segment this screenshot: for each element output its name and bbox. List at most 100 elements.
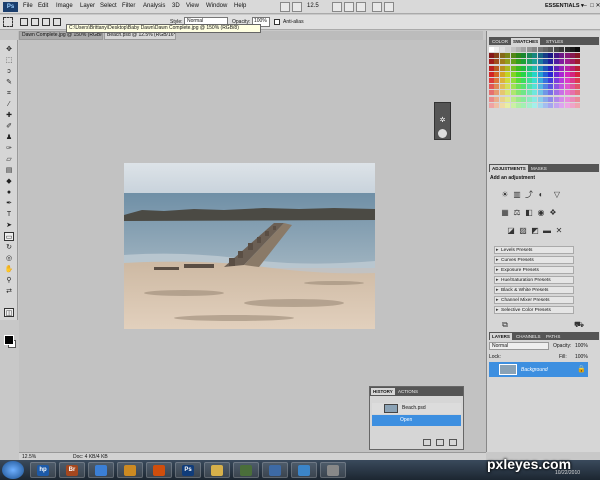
swatch[interactable] [510,102,516,108]
swatch[interactable] [505,59,511,65]
swatch[interactable] [537,90,543,96]
swatch[interactable] [521,47,527,52]
swatch[interactable] [489,96,494,102]
swatch[interactable] [494,84,500,90]
tab-channels[interactable]: CHANNELS [514,333,543,340]
swatch[interactable] [489,65,494,71]
swatch[interactable] [570,53,575,59]
swatch[interactable] [532,96,538,102]
swatch[interactable] [532,65,538,71]
swatch[interactable] [499,65,505,71]
lasso-tool-icon[interactable]: ↄ [4,67,14,76]
swatch[interactable] [505,53,511,59]
arrange-documents-icon[interactable] [372,2,382,12]
preset-black-white[interactable]: Black & White Presets [494,286,574,294]
tab-actions[interactable]: ACTIONS [396,388,420,395]
3d-rotate-tool-icon[interactable]: ↻ [4,243,14,252]
swatch[interactable] [510,65,516,71]
preset-selective-color[interactable]: Selective Color Presets [494,306,574,314]
intersect-selection-icon[interactable] [53,18,61,26]
channel-mixer-icon[interactable]: ❖ [548,208,558,218]
swatch[interactable] [516,59,521,65]
swatch[interactable] [553,53,559,59]
swatch[interactable] [543,84,548,90]
clip-to-layer-icon[interactable]: ⧉ [500,320,510,330]
path-selection-tool-icon[interactable]: ➤ [4,221,14,230]
quick-mask-icon[interactable]: ◫ [4,308,14,317]
zoom-tool-icon[interactable]: ⚲ [4,276,14,285]
swatch[interactable] [548,78,554,83]
swatch[interactable] [548,47,554,52]
gradient-tool-icon[interactable]: ▤ [4,166,14,175]
swatch[interactable] [553,102,559,108]
menu-filter[interactable]: Filter [122,3,135,9]
swatch[interactable] [489,53,494,59]
move-tool-icon[interactable]: ✥ [4,45,14,54]
swatch[interactable] [499,102,505,108]
swatch[interactable] [532,59,538,65]
eyedropper-tool-icon[interactable]: ⁄ [4,100,14,109]
swatch[interactable] [532,78,538,83]
swatch[interactable] [526,84,532,90]
swatch[interactable] [526,47,532,52]
swatch[interactable] [548,53,554,59]
tab-history[interactable]: HISTORY [371,388,395,395]
swatch[interactable] [516,102,521,108]
swatch[interactable] [559,96,565,102]
swatch[interactable] [553,90,559,96]
tab-layers[interactable]: LAYERS [490,333,512,340]
swatch[interactable] [559,84,565,90]
swatch[interactable] [564,90,570,96]
menu-edit[interactable]: Edit [38,3,48,9]
swatch[interactable] [521,96,527,102]
swatch[interactable] [499,53,505,59]
swatch[interactable] [543,53,548,59]
preset-channel-mixer[interactable]: Channel Mixer Presets [494,296,574,304]
bridge-icon[interactable] [280,2,290,12]
swatch[interactable] [521,71,527,77]
swatch[interactable] [505,47,511,52]
layer-row-background[interactable]: Background 🔒 [489,362,588,377]
swatch[interactable] [510,53,516,59]
swatch[interactable] [489,71,494,77]
hue-saturation-icon[interactable]: ▦ [500,208,510,218]
swatch[interactable] [499,47,505,52]
tab-paths[interactable]: PATHS [544,333,562,340]
swatch[interactable] [494,96,500,102]
swatch[interactable] [526,71,532,77]
new-selection-icon[interactable] [20,18,28,26]
tab-masks[interactable]: MASKS [529,165,549,172]
trash-icon[interactable] [449,439,457,446]
swatch[interactable] [516,47,521,52]
swatch[interactable] [575,84,581,90]
menu-view[interactable]: View [186,3,199,9]
swatch[interactable] [570,102,575,108]
workspace-switcher[interactable]: ESSENTIALS ▾ [545,3,584,9]
swatch[interactable] [516,96,521,102]
foreground-color-swatch[interactable] [4,335,14,345]
swatch[interactable] [559,90,565,96]
swatch[interactable] [526,96,532,102]
tab-styles[interactable]: STYLES [544,38,565,45]
anti-alias-checkbox[interactable] [274,19,280,25]
swatch[interactable] [532,90,538,96]
add-selection-icon[interactable] [31,18,39,26]
menu-image[interactable]: Image [56,3,73,9]
close-button[interactable]: ✕ [594,1,600,12]
swatch[interactable] [505,65,511,71]
exposure-icon[interactable]: ◐ [536,190,546,200]
levels-icon[interactable]: ▥ [512,190,522,200]
history-brush-tool-icon[interactable]: ✑ [4,144,14,153]
taskbar-app-button[interactable] [291,462,317,478]
swatch[interactable] [575,90,581,96]
zoom-level-field[interactable]: 12.5 [307,3,319,9]
swatch[interactable] [570,65,575,71]
swatch[interactable] [532,47,538,52]
brush-tool-icon[interactable]: ✐ [4,122,14,131]
swatch[interactable] [516,84,521,90]
menu-layer[interactable]: Layer [80,3,95,9]
rotate-view-icon[interactable] [356,2,366,12]
menu-analysis[interactable]: Analysis [143,3,165,9]
history-snapshot[interactable]: Beach.psd [372,403,461,414]
swatch[interactable] [532,53,538,59]
